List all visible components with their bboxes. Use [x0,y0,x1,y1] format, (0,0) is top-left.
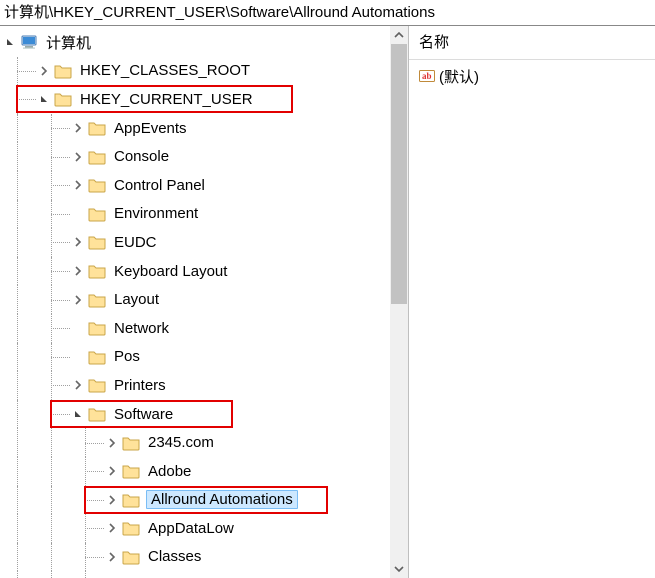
tree-item-label: AppDataLow [146,520,236,537]
folder-icon [54,62,72,80]
expand-toggle[interactable] [104,549,120,565]
tree-item-label: Pos [112,348,142,365]
folder-icon [88,205,106,223]
tree-item-label: Network [112,320,171,337]
tree-item[interactable]: Software [0,400,408,429]
tree-item[interactable]: HKEY_CURRENT_USER [0,85,408,114]
tree-item-label: Printers [112,377,168,394]
tree-item-label: EUDC [112,234,159,251]
main-area: 计算机 HKEY_CLASSES_ROOT HKEY_CURRENT_USER App… [0,26,655,578]
tree-item[interactable]: Conexant [0,571,408,578]
folder-icon [88,262,106,280]
tree-item[interactable]: EUDC [0,228,408,257]
folder-icon [88,233,106,251]
values-panel: 名称 ab (默认) [409,26,655,578]
folder-icon [88,291,106,309]
expand-toggle[interactable] [70,292,86,308]
expand-toggle[interactable] [36,63,52,79]
expand-toggle[interactable] [70,377,86,393]
expand-toggle[interactable] [104,463,120,479]
tree-item[interactable]: HKEY_CLASSES_ROOT [0,57,408,86]
tree-item[interactable]: Environment [0,200,408,229]
tree-item-label: Keyboard Layout [112,263,229,280]
tree-item-label: Adobe [146,463,193,480]
collapse-toggle[interactable] [36,91,52,107]
folder-icon [88,176,106,194]
tree-item-label: 2345.com [146,434,216,451]
tree-item-label: Console [112,148,171,165]
tree-item[interactable]: Allround Automations [0,486,408,515]
collapse-toggle[interactable] [70,406,86,422]
folder-icon [122,548,140,566]
expand-toggle[interactable] [70,234,86,250]
values-column-header-name[interactable]: 名称 [409,26,655,60]
tree-item-label: AppEvents [112,120,189,137]
tree-item-label: Control Panel [112,177,207,194]
tree-item[interactable]: Pos [0,343,408,372]
tree-item-label: Environment [112,205,200,222]
tree-item[interactable]: 2345.com [0,428,408,457]
folder-icon [88,376,106,394]
folder-icon [54,90,72,108]
tree-item[interactable]: Console [0,142,408,171]
tree-scrollbar[interactable] [390,26,408,578]
tree-item[interactable]: Network [0,314,408,343]
folder-icon [122,434,140,452]
expand-toggle[interactable] [104,520,120,536]
tree-item-label: HKEY_CLASSES_ROOT [78,62,252,79]
expand-toggle[interactable] [104,492,120,508]
scroll-thumb[interactable] [391,44,407,304]
tree-item[interactable]: AppDataLow [0,514,408,543]
folder-icon [122,462,140,480]
tree-item[interactable]: Adobe [0,457,408,486]
registry-tree[interactable]: 计算机 HKEY_CLASSES_ROOT HKEY_CURRENT_USER App… [0,26,408,578]
string-value-icon: ab [419,68,435,84]
tree-item-label: 计算机 [44,32,93,53]
expand-toggle[interactable] [70,263,86,279]
tree-item[interactable]: Control Panel [0,171,408,200]
expand-toggle[interactable] [104,435,120,451]
tree-item[interactable]: Printers [0,371,408,400]
values-list: ab (默认) [409,60,655,92]
value-name: (默认) [439,66,479,87]
folder-icon [122,491,140,509]
expand-toggle[interactable] [70,177,86,193]
folder-icon [88,319,106,337]
folder-icon [88,348,106,366]
tree-item-label: Allround Automations [146,490,298,509]
address-bar[interactable]: 计算机\HKEY_CURRENT_USER\Software\Allround … [0,0,655,26]
folder-icon [122,519,140,537]
tree-item-label: Layout [112,291,161,308]
address-bar-text: 计算机\HKEY_CURRENT_USER\Software\Allround … [4,4,435,21]
folder-icon [88,148,106,166]
folder-icon [88,405,106,423]
tree-panel: 计算机 HKEY_CLASSES_ROOT HKEY_CURRENT_USER App… [0,26,408,578]
tree-item[interactable]: AppEvents [0,114,408,143]
computer-icon [20,33,38,51]
collapse-toggle[interactable] [2,34,18,50]
svg-text:ab: ab [422,71,432,81]
tree-item-label: Classes [146,548,203,565]
tree-item[interactable]: 计算机 [0,28,408,57]
tree-item-label: Software [112,406,175,423]
value-row-default[interactable]: ab (默认) [419,64,645,88]
tree-item-label: HKEY_CURRENT_USER [78,91,255,108]
tree-item[interactable]: Layout [0,285,408,314]
expand-toggle[interactable] [70,149,86,165]
tree-item[interactable]: Keyboard Layout [0,257,408,286]
folder-icon [88,119,106,137]
scroll-down-arrow[interactable] [390,560,408,578]
scroll-up-arrow[interactable] [390,26,408,44]
expand-toggle[interactable] [70,120,86,136]
tree-item[interactable]: Classes [0,543,408,572]
